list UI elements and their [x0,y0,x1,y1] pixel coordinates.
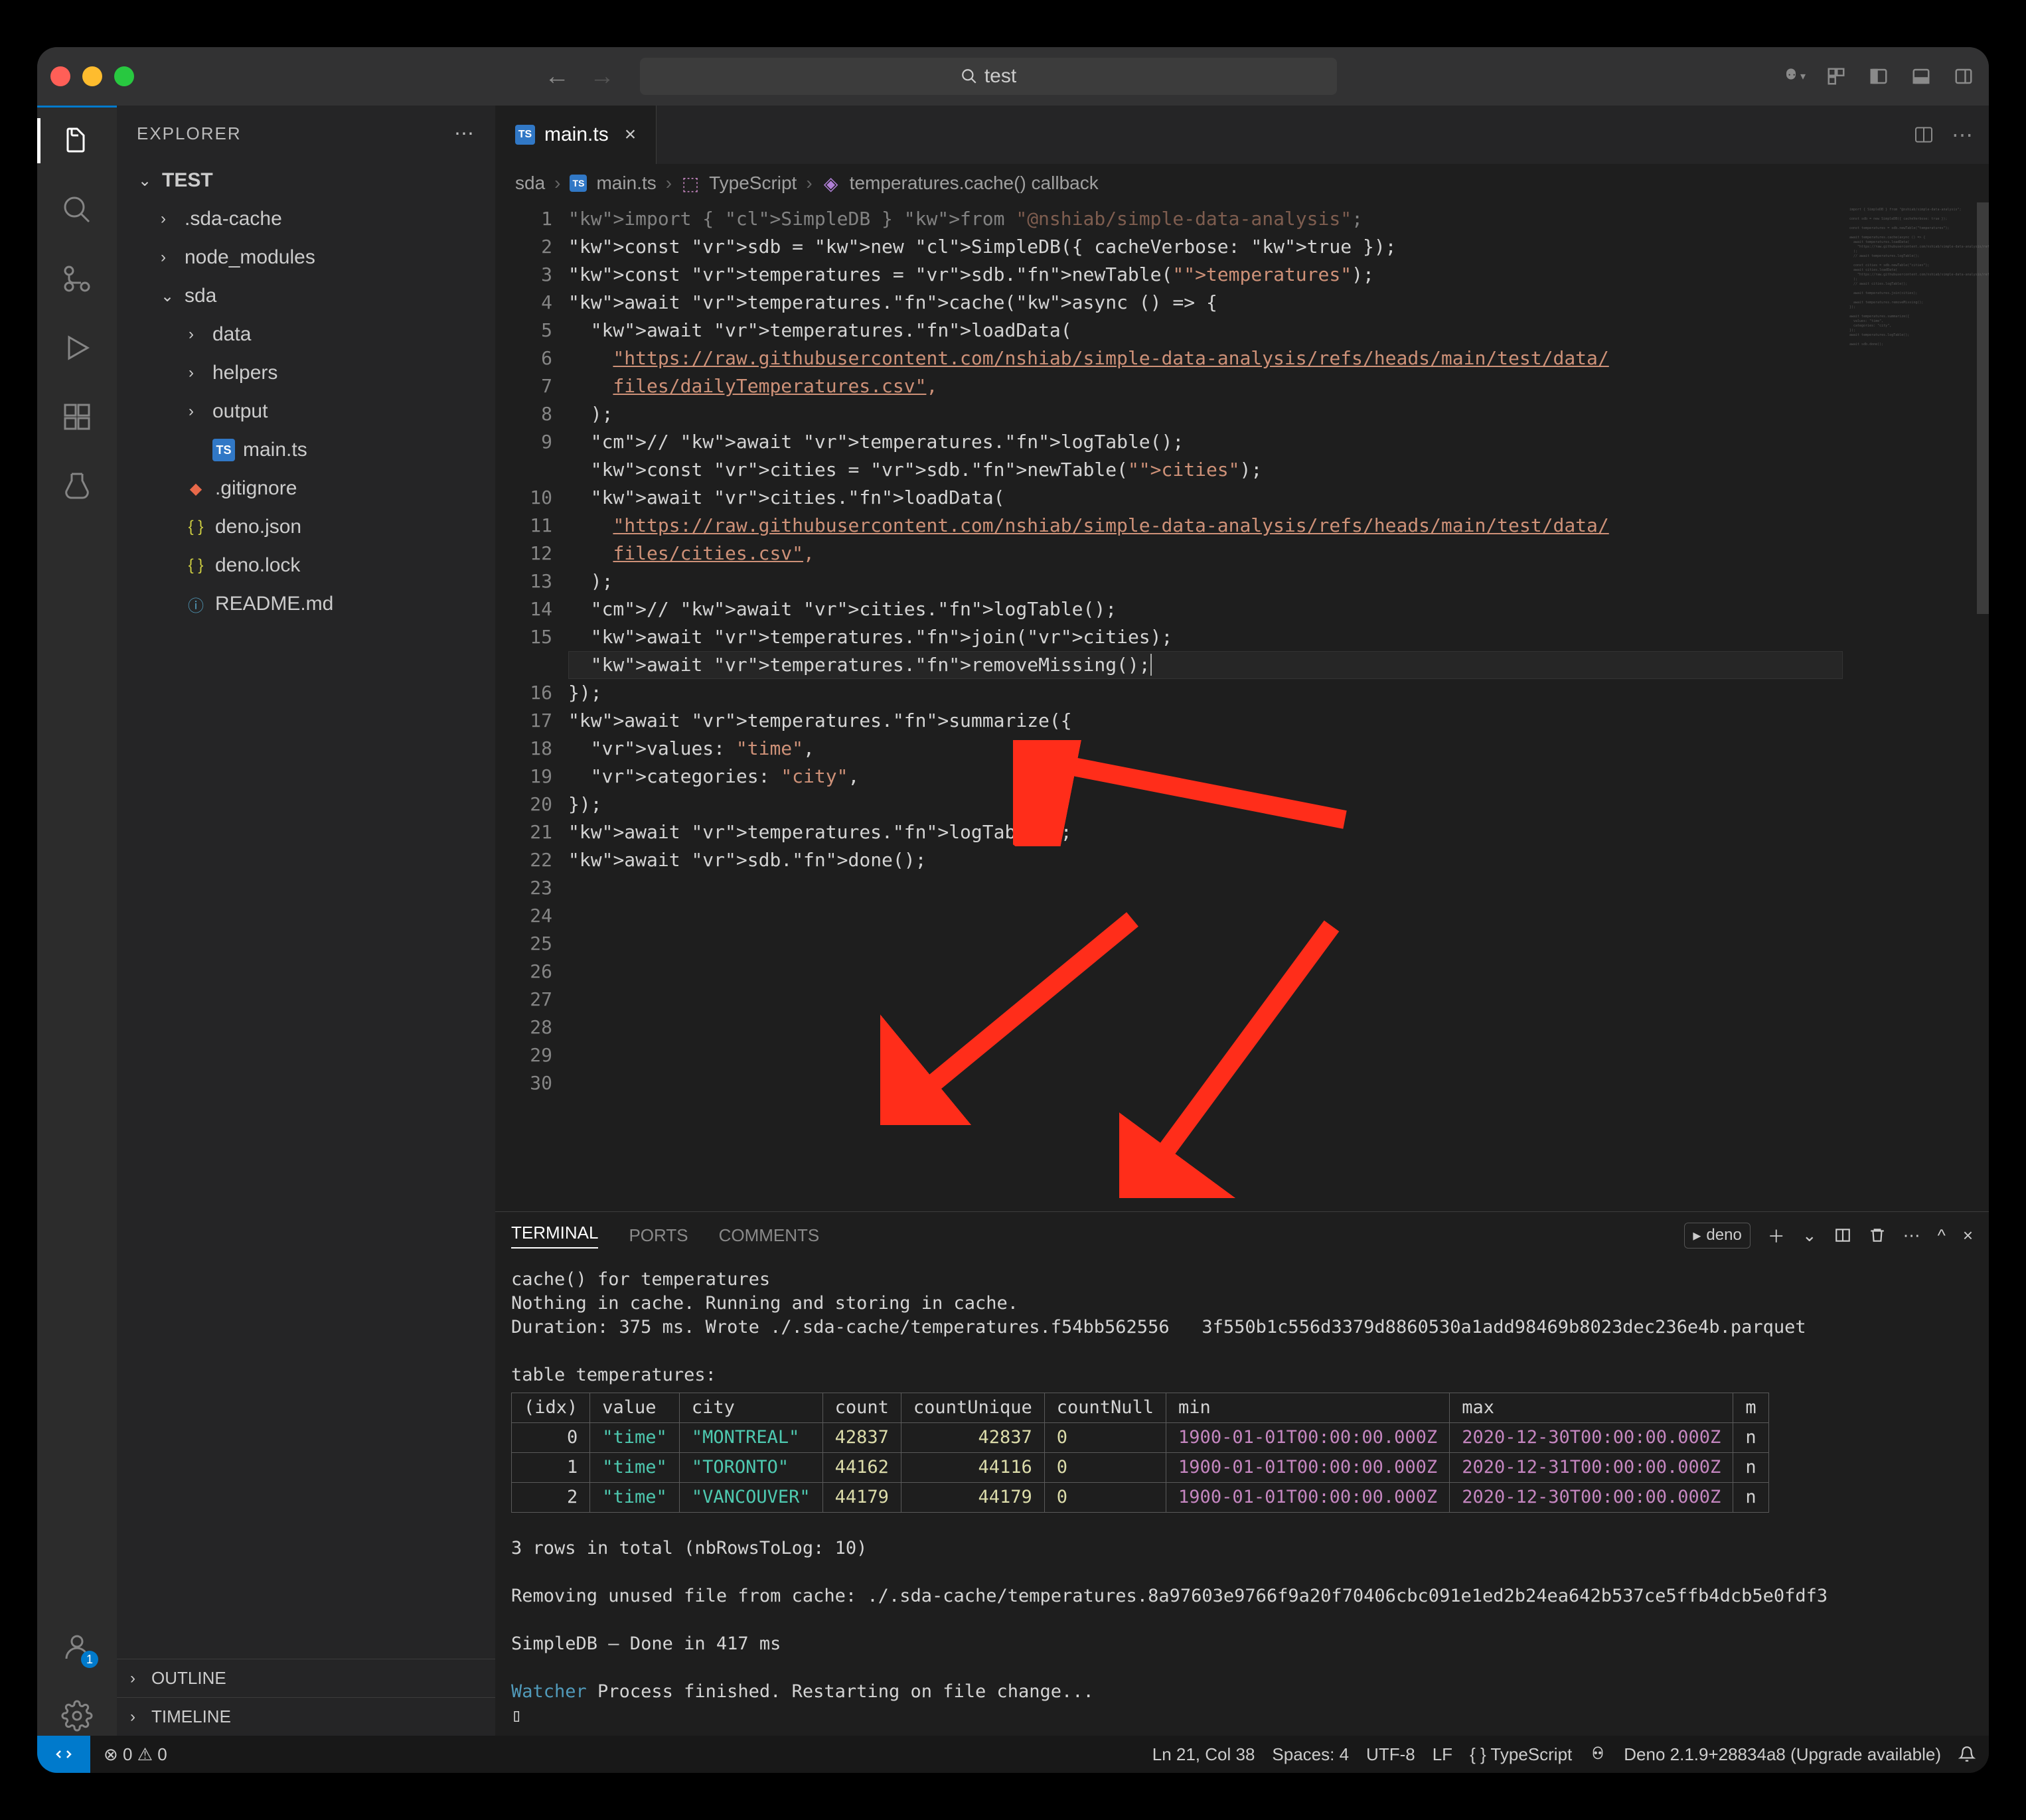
encoding-status[interactable]: UTF-8 [1366,1744,1415,1765]
ts-file-icon: TS [515,125,535,145]
symbol-module-icon: ⬚ [681,174,700,192]
status-bar: ⊗ 0 ⚠ 0 Ln 21, Col 38 Spaces: 4 UTF-8 LF… [37,1736,1989,1773]
kill-terminal-icon[interactable] [1869,1227,1886,1244]
run-debug-view-icon[interactable] [57,328,97,368]
panel-more-icon[interactable]: ⋯ [1903,1225,1920,1246]
split-terminal-icon[interactable] [1834,1227,1851,1244]
file-main-ts[interactable]: TSmain.ts [126,431,486,469]
remote-indicator[interactable] [37,1736,90,1773]
settings-gear-icon[interactable] [57,1696,97,1736]
terminal-table: (idx)valuecitycountcountUniquecountNullm… [511,1393,1769,1513]
explorer-view-icon[interactable] [57,121,97,161]
editor-tabs: TS main.ts × ⋯ [495,106,1989,164]
folder--sda-cache[interactable]: ›.sda-cache [126,200,486,238]
nav-forward[interactable]: → [589,62,615,91]
panel-tab-ports[interactable]: PORTS [629,1225,688,1246]
minimap[interactable]: import { SimpleDB } from "@nshiab/simple… [1843,202,1989,1211]
code-content[interactable]: "kw">import { "cl">SimpleDB } "kw">from … [568,202,1843,1211]
editor-area: TS main.ts × ⋯ sda› TS main.ts› ⬚ TypeSc… [495,106,1989,1736]
indentation-status[interactable]: Spaces: 4 [1272,1744,1349,1765]
close-window[interactable] [50,66,70,86]
folder-node_modules[interactable]: ›node_modules [126,238,486,277]
editor[interactable]: 123456789 101112131415 16171819202122232… [495,202,1989,1211]
close-panel-icon[interactable]: × [1963,1225,1973,1246]
eol-status[interactable]: LF [1433,1744,1452,1765]
editor-more-icon[interactable]: ⋯ [1952,122,1973,147]
new-terminal-icon[interactable]: ＋ [1768,1223,1785,1248]
close-tab-icon[interactable]: × [625,123,637,146]
maximize-window[interactable] [114,66,134,86]
copilot-status-icon[interactable] [1589,1746,1606,1763]
extensions-view-icon[interactable] [57,397,97,437]
terminal-output[interactable]: cache() for temperatures Nothing in cach… [495,1258,1989,1736]
panel-tab-comments[interactable]: COMMENTS [719,1225,820,1246]
language-mode[interactable]: { } TypeScript [1470,1744,1572,1765]
folder-sda[interactable]: ⌄sda [126,277,486,315]
minimap-thumb[interactable] [1977,202,1989,614]
accounts-badge: 1 [81,1651,98,1668]
minimize-window[interactable] [82,66,102,86]
outline-section[interactable]: ›OUTLINE [117,1659,495,1697]
cursor-position[interactable]: Ln 21, Col 38 [1152,1744,1255,1765]
search-icon [961,68,978,85]
nav-back[interactable]: ← [544,62,570,91]
explorer-sidebar: EXPLORER ⋯ ⌄TEST ›.sda-cache›node_module… [117,106,495,1736]
folder-data[interactable]: ›data [126,315,486,354]
activity-bar: 1 [37,106,117,1736]
folder-helpers[interactable]: ›helpers [126,354,486,392]
notifications-icon[interactable] [1958,1746,1976,1763]
problems-status[interactable]: ⊗ 0 ⚠ 0 [104,1744,167,1765]
search-text: test [984,65,1016,88]
testing-view-icon[interactable] [57,466,97,506]
maximize-panel-icon[interactable]: ^ [1938,1225,1946,1246]
timeline-section[interactable]: ›TIMELINE [117,1697,495,1736]
symbol-method-icon: ◈ [822,174,840,192]
sidebar-title: EXPLORER [137,123,242,144]
command-center[interactable]: test [640,58,1337,95]
window-controls [50,66,134,86]
split-editor-icon[interactable] [1913,124,1934,145]
deno-status[interactable]: Deno 2.1.9+28834a8 (Upgrade available) [1624,1744,1941,1765]
tab-label: main.ts [544,123,609,146]
panel: TERMINAL PORTS COMMENTS ▸ deno ＋ ⌄ ⋯ ^ ×… [495,1211,1989,1736]
terminal-dropdown-icon[interactable]: ⌄ [1802,1225,1817,1246]
layout-customize-icon[interactable] [1824,64,1848,88]
file-README-md[interactable]: ⓘREADME.md [126,585,486,623]
breadcrumbs[interactable]: sda› TS main.ts› ⬚ TypeScript› ◈ tempera… [495,164,1989,202]
file-deno-json[interactable]: { }deno.json [126,508,486,546]
folder-root[interactable]: ⌄TEST [126,161,486,200]
terminal-profile[interactable]: ▸ deno [1684,1223,1750,1249]
accounts-icon[interactable]: 1 [57,1627,97,1667]
toggle-primary-sidebar-icon[interactable] [1867,64,1891,88]
toggle-panel-icon[interactable] [1909,64,1933,88]
copilot-icon[interactable]: ▾ [1782,64,1806,88]
search-view-icon[interactable] [57,190,97,230]
line-numbers: 123456789 101112131415 16171819202122232… [495,202,568,1211]
file-deno-lock[interactable]: { }deno.lock [126,546,486,585]
sidebar-more-icon[interactable]: ⋯ [454,122,475,145]
panel-tab-terminal[interactable]: TERMINAL [511,1223,598,1249]
title-bar: ← → test ▾ [37,47,1989,106]
file--gitignore[interactable]: ◆.gitignore [126,469,486,508]
folder-output[interactable]: ›output [126,392,486,431]
tab-main-ts[interactable]: TS main.ts × [495,106,657,164]
toggle-secondary-sidebar-icon[interactable] [1952,64,1976,88]
ts-file-icon: TS [570,175,587,192]
source-control-view-icon[interactable] [57,259,97,299]
